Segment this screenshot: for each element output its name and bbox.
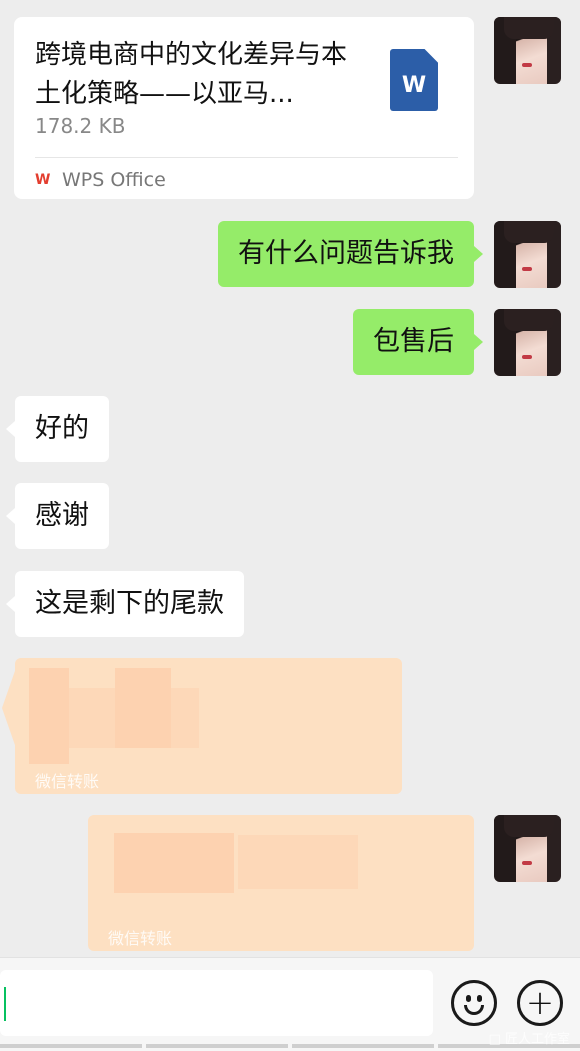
- file-message-card[interactable]: 跨境电商中的文化差异与本土化策略——以亚马... 178.2 KB W W WP…: [14, 17, 474, 199]
- bubble-tail: [474, 246, 483, 262]
- my-avatar[interactable]: [494, 17, 561, 84]
- bubble-tail: [6, 421, 15, 437]
- blurred-area: [114, 833, 234, 893]
- bubble-tail: [2, 668, 16, 748]
- text-caret: [4, 987, 6, 1021]
- message-bubble-in[interactable]: 好的: [15, 396, 109, 462]
- file-title: 跨境电商中的文化差异与本土化策略——以亚马...: [35, 40, 348, 109]
- message-input[interactable]: [0, 970, 433, 1036]
- wps-logo-icon: W: [35, 172, 51, 188]
- message-bubble-in[interactable]: 感谢: [15, 483, 109, 549]
- blurred-area: [238, 835, 358, 889]
- word-icon-letter: W: [401, 73, 427, 98]
- bubble-tail: [474, 334, 483, 350]
- file-divider: [35, 157, 458, 158]
- transfer-label: 微信转账: [108, 929, 173, 948]
- bubble-tail: [6, 508, 15, 524]
- watermark: □ 匠人工作室: [488, 1032, 570, 1047]
- emoji-icon[interactable]: [451, 980, 497, 1026]
- transfer-label: 微信转账: [35, 772, 100, 791]
- my-avatar[interactable]: [494, 815, 561, 882]
- file-source-label: WPS Office: [62, 169, 166, 191]
- transfer-card-in[interactable]: 微信转账: [15, 658, 402, 794]
- my-avatar[interactable]: [494, 309, 561, 376]
- bubble-tail: [6, 596, 15, 612]
- message-bubble-out[interactable]: 包售后: [353, 309, 474, 375]
- my-avatar[interactable]: [494, 221, 561, 288]
- blurred-area: [59, 688, 199, 748]
- message-bubble-in[interactable]: 这是剩下的尾款: [15, 571, 244, 637]
- transfer-card-out[interactable]: 微信转账: [88, 815, 474, 951]
- message-bubble-out[interactable]: 有什么问题告诉我: [218, 221, 474, 287]
- plus-icon[interactable]: +: [517, 980, 563, 1026]
- file-size: 178.2 KB: [35, 114, 126, 138]
